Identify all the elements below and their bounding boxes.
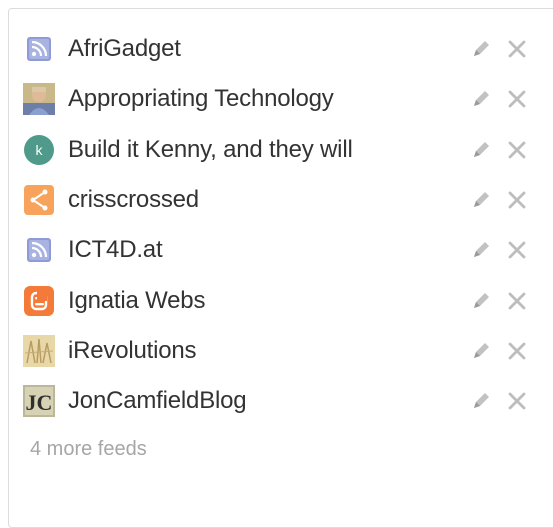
feed-label: Appropriating Technology [68,85,334,113]
remove-x-icon[interactable] [504,388,530,414]
feed-actions [468,74,530,124]
feed-label: AfriGadget [68,35,181,63]
letter-avatar-icon: k [22,133,56,167]
feed-item-appropriating-technology[interactable]: Appropriating Technology [22,74,532,124]
feed-item-crisscrossed[interactable]: crisscrossed [22,175,532,225]
sketch-image-icon [22,334,56,368]
feed-item-joncamfieldblog[interactable]: JC JonCamfieldBlog [22,376,532,426]
edit-pencil-icon[interactable] [468,137,494,163]
edit-pencil-icon[interactable] [468,36,494,62]
feed-item-ict4d[interactable]: ICT4D.at [22,225,532,275]
person-photo-icon [22,82,56,116]
feed-label: Ignatia Webs [68,286,206,314]
feed-actions [468,275,530,325]
feed-label: crisscrossed [68,186,199,214]
blogger-icon [22,284,56,318]
edit-pencil-icon[interactable] [468,338,494,364]
remove-x-icon[interactable] [504,36,530,62]
feed-label: iRevolutions [68,336,197,364]
edit-pencil-icon[interactable] [468,388,494,414]
share-icon [22,183,56,217]
more-feeds-link[interactable]: 4 more feeds [30,438,147,461]
feed-actions [468,24,530,74]
edit-pencil-icon[interactable] [468,237,494,263]
feed-item-ignatia-webs[interactable]: Ignatia Webs [22,275,532,325]
jc-logo-icon: JC [22,384,56,418]
avatar-letter: k [36,142,44,158]
edit-pencil-icon[interactable] [468,187,494,213]
remove-x-icon[interactable] [504,187,530,213]
remove-x-icon[interactable] [504,288,530,314]
rss-icon [22,233,56,267]
remove-x-icon[interactable] [504,237,530,263]
feed-item-irevolutions[interactable]: iRevolutions [22,326,532,376]
feed-actions [468,326,530,376]
rss-icon [22,32,56,66]
feed-actions [468,175,530,225]
feed-actions [468,376,530,426]
remove-x-icon[interactable] [504,137,530,163]
remove-x-icon[interactable] [504,86,530,112]
feed-label: JonCamfieldBlog [68,387,247,415]
logo-text: JC [26,390,53,415]
edit-pencil-icon[interactable] [468,288,494,314]
edit-pencil-icon[interactable] [468,86,494,112]
feed-label: Build it Kenny, and they will [68,135,353,163]
feed-item-afrigadget[interactable]: AfriGadget [22,24,532,74]
feed-list: AfriGadget Appropriating Technology k Bu… [22,24,532,426]
feed-actions [468,125,530,175]
feed-actions [468,225,530,275]
feed-label: ICT4D.at [68,236,163,264]
feed-item-build-it-kenny[interactable]: k Build it Kenny, and they will [22,125,532,175]
remove-x-icon[interactable] [504,338,530,364]
